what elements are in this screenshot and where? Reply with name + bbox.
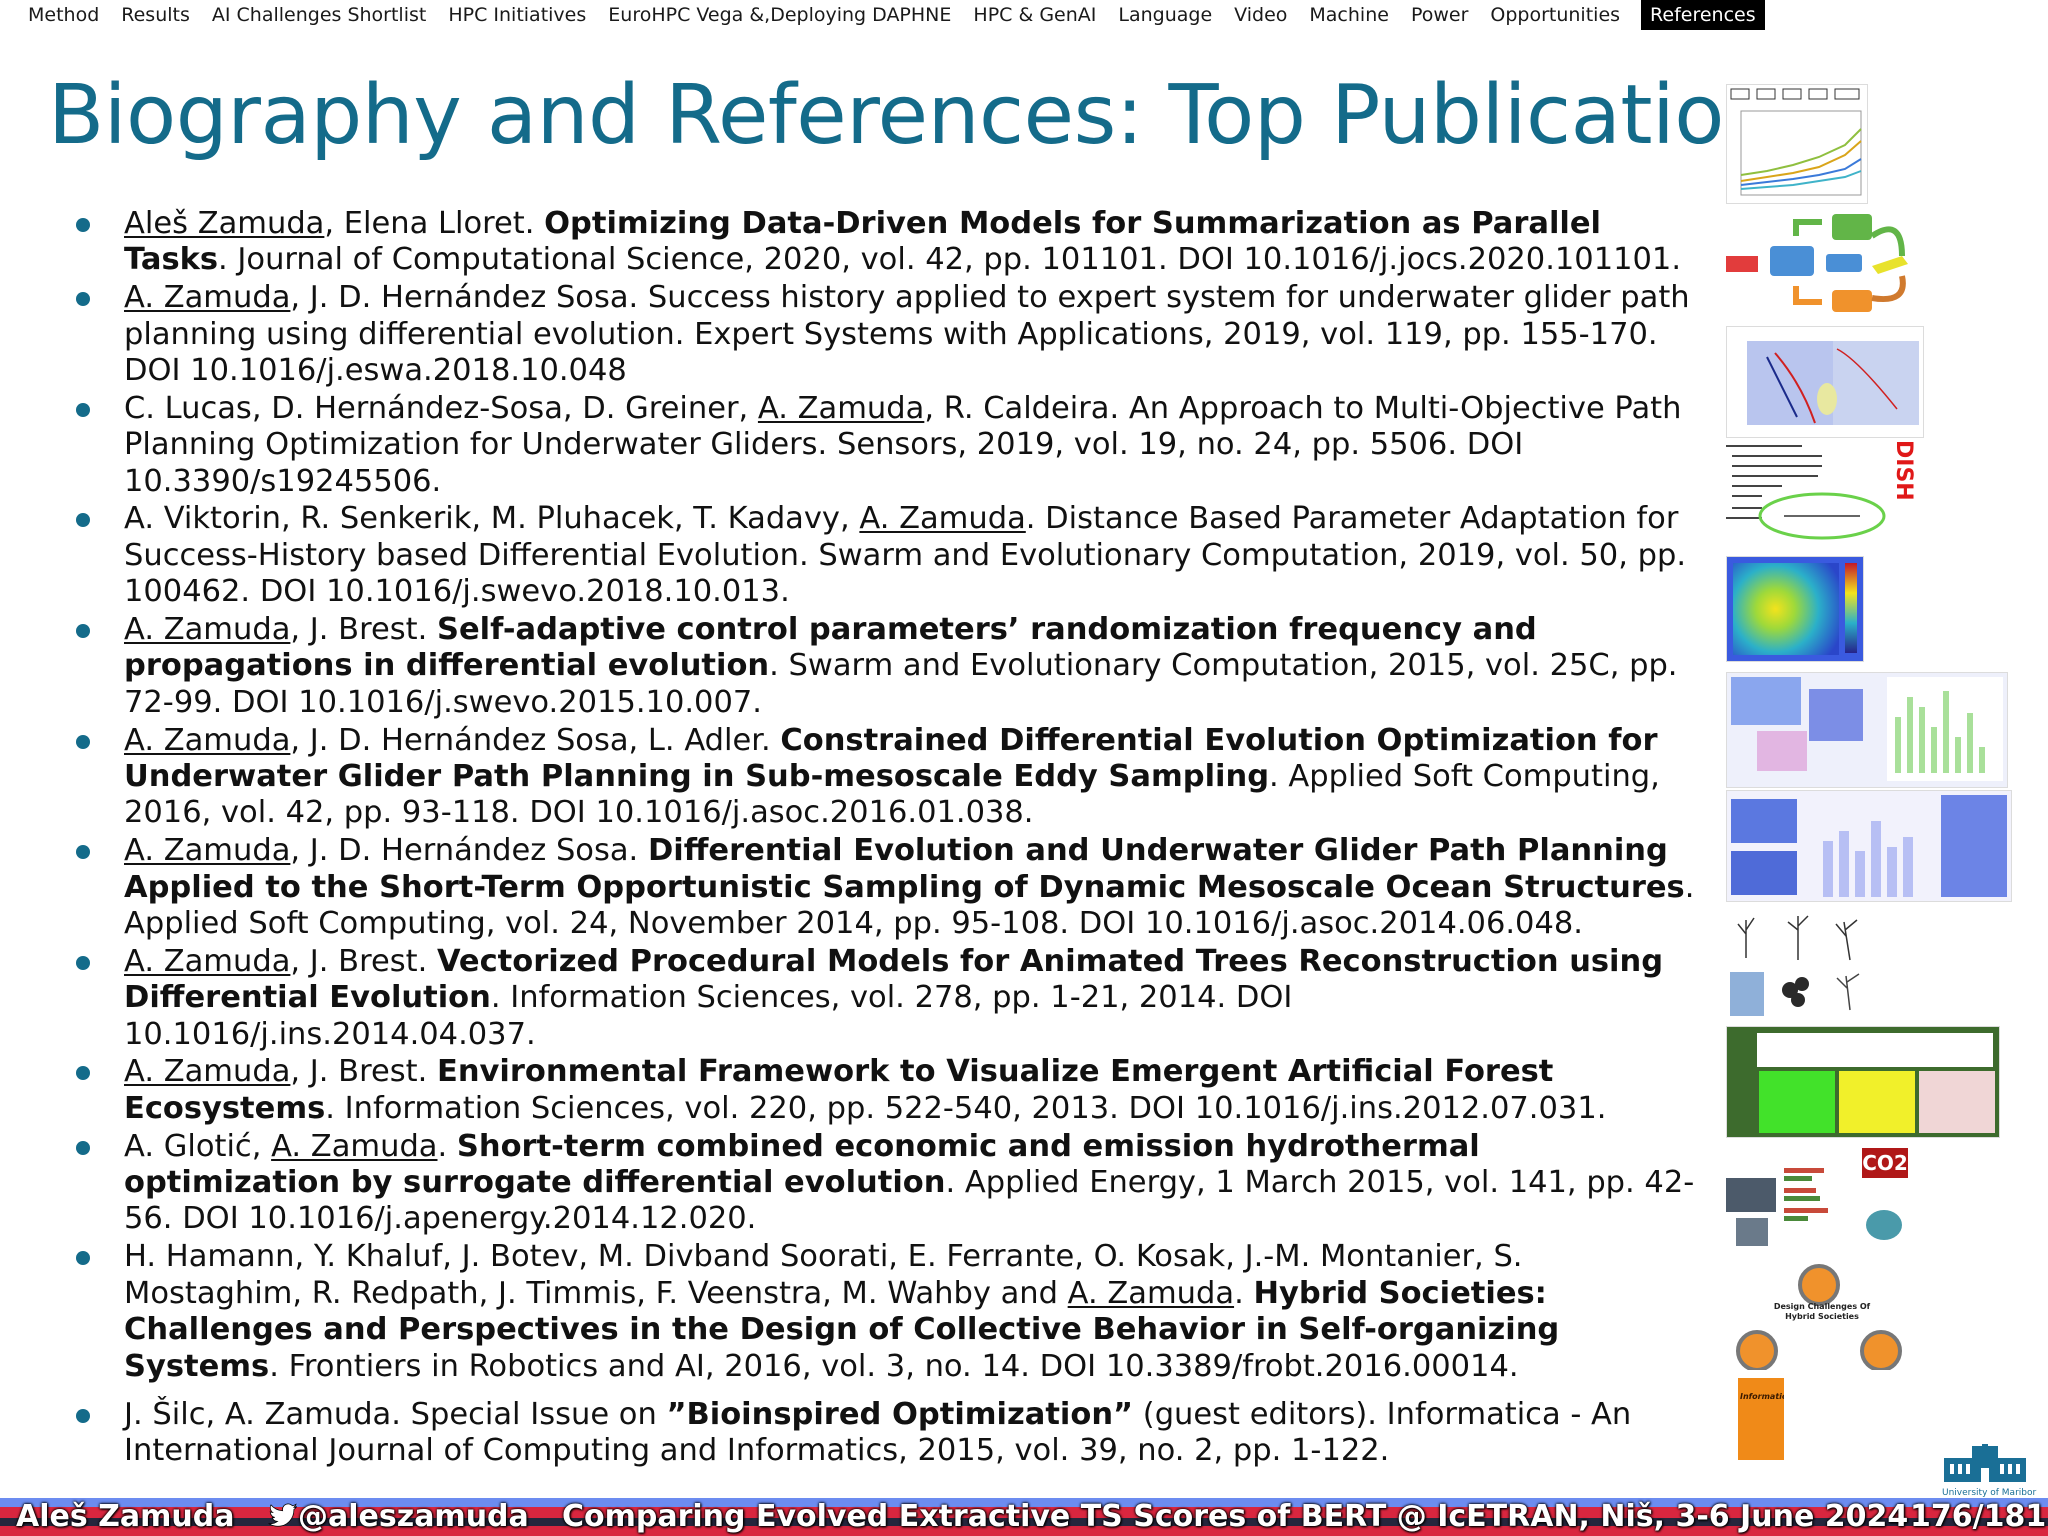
- thumbnail-ocean-sampling-charts: [1726, 790, 2012, 902]
- pub-text: , J. Brest.: [290, 1054, 437, 1090]
- nav-item-opportunities[interactable]: Opportunities: [1479, 0, 1631, 30]
- twitter-bird-icon: [267, 1503, 298, 1527]
- publication-item: A. Glotić, A. Zamuda. Short-term combine…: [76, 1128, 1704, 1238]
- thumbnail-procedural-trees: [1726, 910, 1886, 1020]
- pub-highlight-author: A. Zamuda: [1067, 1275, 1235, 1311]
- thumbnail-dish-algorithm: DISH: [1722, 438, 1918, 542]
- publication-item: J. Šilc, A. Zamuda. Special Issue on ”Bi…: [76, 1396, 1704, 1470]
- thumbnail-informatica-cover: Informatica: [1738, 1378, 1784, 1460]
- thumbnail-expert-system-diagram: [1722, 206, 1920, 324]
- pub-text: , J. Brest.: [290, 943, 437, 979]
- pub-highlight-author: A. Zamuda: [124, 1054, 291, 1090]
- nav-item-results[interactable]: Results: [110, 0, 201, 30]
- publication-item: A. Zamuda, J. Brest. Self-adaptive contr…: [76, 612, 1704, 721]
- footer-twitter[interactable]: @aleszamuda: [267, 1498, 529, 1536]
- publication-item: A. Zamuda, J. D. Hernández Sosa. Success…: [76, 280, 1704, 389]
- thumbnail-heatmap: [1726, 556, 1864, 662]
- publication-item: A. Zamuda, J. Brest. Environmental Frame…: [76, 1054, 1704, 1127]
- publication-thumbnails: DISH CO2 Design Challenges Of Hybrid Soc…: [1722, 82, 2012, 1472]
- nav-item-references-active[interactable]: References: [1641, 0, 1765, 30]
- publication-list: Aleš Zamuda, Elena Lloret. Optimizing Da…: [76, 206, 1704, 1471]
- top-navigation: Method Results AI Challenges Shortlist H…: [0, 0, 2048, 30]
- dish-label: DISH: [1891, 440, 1916, 501]
- thumbnail-summarization-chart: [1726, 84, 1868, 204]
- design-challenges-label: Design Challenges Of Hybrid Societies: [1773, 1302, 1871, 1321]
- publication-item: A. Zamuda, J. D. Hernández Sosa, L. Adle…: [76, 722, 1704, 832]
- pub-authors: J. Šilc, A. Zamuda. Special Issue on: [124, 1396, 667, 1432]
- thumbnail-hydrothermal-optimization: CO2: [1726, 1148, 1926, 1258]
- pub-title: ”Bioinspired Optimization”: [666, 1396, 1134, 1432]
- footer-page-number: 176/181: [1910, 1499, 2047, 1534]
- slide-title: Biography and References: Top Publicatio…: [48, 68, 1818, 163]
- nav-item-language[interactable]: Language: [1107, 0, 1223, 30]
- thumbnail-hybrid-societies: Design Challenges Of Hybrid Societies: [1722, 1262, 1918, 1370]
- publication-item: A. Zamuda, J. Brest. Vectorized Procedur…: [76, 943, 1704, 1053]
- nav-item-machine[interactable]: Machine: [1298, 0, 1400, 30]
- pub-highlight-author: A. Zamuda: [124, 280, 291, 316]
- pub-highlight-author: A. Zamuda: [757, 390, 925, 426]
- pub-authors: A. Glotić,: [124, 1128, 272, 1164]
- nav-item-eurohpc-vega[interactable]: EuroHPC Vega &,Deploying DAPHNE: [597, 0, 962, 30]
- pub-highlight-author: A. Zamuda: [271, 1128, 438, 1164]
- thumbnail-forest-ecosystems: [1726, 1026, 2000, 1138]
- publication-item: A. Zamuda, J. D. Hernández Sosa. Differe…: [76, 833, 1704, 942]
- footer-author: Aleš Zamuda: [16, 1499, 235, 1534]
- pub-text: , J. D. Hernández Sosa, L. Adler.: [290, 722, 781, 758]
- footer-talk-title: Comparing Evolved Extractive TS Scores o…: [562, 1499, 1909, 1534]
- pub-highlight-author: A. Zamuda: [124, 943, 291, 979]
- pub-text: .: [437, 1128, 457, 1164]
- nav-item-hpc-initiatives[interactable]: HPC Initiatives: [437, 0, 597, 30]
- nav-item-video[interactable]: Video: [1223, 0, 1298, 30]
- publication-item: A. Viktorin, R. Senkerik, M. Pluhacek, T…: [76, 501, 1704, 610]
- thumbnail-path-planning-plot: [1726, 326, 1924, 438]
- university-logo: University of Maribor: [1942, 1444, 2037, 1498]
- thumbnail-constrained-de-charts: [1726, 672, 2008, 788]
- nav-item-method[interactable]: Method: [0, 0, 110, 30]
- nav-item-ai-challenges-shortlist[interactable]: AI Challenges Shortlist: [201, 0, 437, 30]
- co2-label: CO2: [1862, 1148, 1908, 1178]
- pub-text: , J. Brest.: [290, 612, 437, 648]
- pub-text: .: [1234, 1275, 1254, 1311]
- twitter-handle: @aleszamuda: [298, 1499, 529, 1534]
- publication-item: H. Hamann, Y. Khaluf, J. Botev, M. Divba…: [76, 1239, 1704, 1385]
- university-building-icon: [1944, 1444, 2026, 1482]
- pub-text: , J. D. Hernández Sosa. Success history …: [124, 280, 1690, 389]
- publication-item: Aleš Zamuda, Elena Lloret. Optimizing Da…: [76, 206, 1704, 279]
- pub-text: , J. D. Hernández Sosa.: [290, 833, 648, 869]
- university-label: University of Maribor: [1942, 1488, 2037, 1498]
- pub-authors: A. Viktorin, R. Senkerik, M. Pluhacek, T…: [124, 501, 860, 537]
- pub-text: , Elena Lloret.: [324, 206, 545, 241]
- pub-highlight-author: A. Zamuda: [859, 501, 1026, 537]
- pub-highlight-author: Aleš Zamuda: [124, 206, 325, 241]
- pub-highlight-author: A. Zamuda: [124, 722, 291, 758]
- pub-venue: . Frontiers in Robotics and AI, 2016, vo…: [269, 1348, 1519, 1384]
- pub-authors: C. Lucas, D. Hernández-Sosa, D. Greiner,: [124, 390, 758, 426]
- informatica-label: Informatica: [1740, 1392, 1784, 1401]
- nav-item-power[interactable]: Power: [1400, 0, 1479, 30]
- footer-bar: Aleš Zamuda @aleszamuda Comparing Evolve…: [0, 1498, 2048, 1536]
- nav-item-hpc-genai[interactable]: HPC & GenAI: [962, 0, 1107, 30]
- pub-venue: . Journal of Computational Science, 2020…: [218, 242, 1682, 278]
- pub-highlight-author: A. Zamuda: [124, 833, 291, 869]
- publication-item: C. Lucas, D. Hernández-Sosa, D. Greiner,…: [76, 390, 1704, 500]
- pub-venue: . Information Sciences, vol. 220, pp. 52…: [325, 1090, 1607, 1126]
- pub-highlight-author: A. Zamuda: [124, 612, 291, 648]
